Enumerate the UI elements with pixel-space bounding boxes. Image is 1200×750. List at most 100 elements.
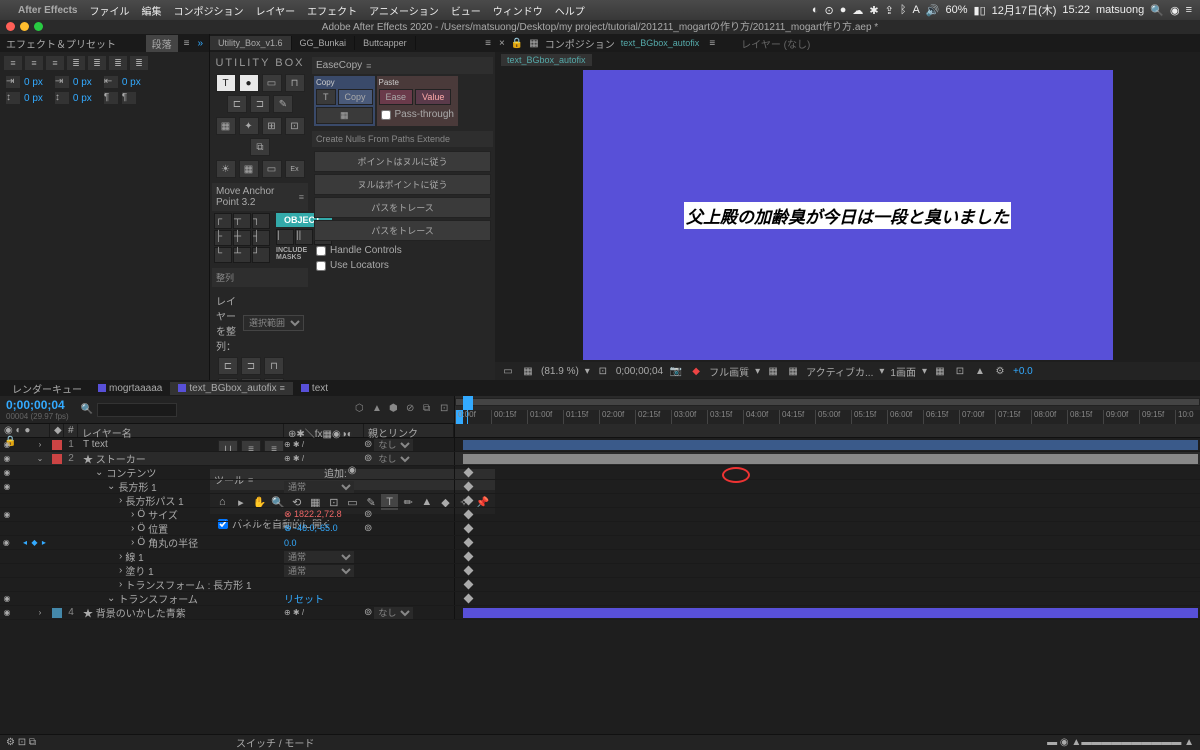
key-icon[interactable]: ◆ [30,538,38,548]
eye-icon[interactable] [2,580,12,590]
viewer-subtab[interactable]: text_BGbox_autofix [501,54,592,66]
align-icon[interactable]: ⊏ [218,357,238,375]
copy-button[interactable]: Copy [338,89,373,105]
playhead[interactable] [463,396,473,410]
layer-row[interactable]: ◉⌄ コンテンツ追加: ◉ [0,466,1200,480]
anchor-mc[interactable]: ┼ [233,230,251,246]
double-arrow-icon[interactable]: » [197,38,203,49]
keyframe-marker[interactable] [464,468,474,478]
grid-icon[interactable]: ▦ [521,365,535,377]
add-button[interactable]: ◉ [348,465,357,480]
layer-row[interactable]: ◉⌄2★ ストーカー⊕ ✱ /⊚ なし [0,452,1200,466]
effects-panel-title[interactable]: エフェクト＆プリセット [6,36,142,51]
zoom-slider[interactable]: ▬ ◉ ▲▬▬▬▬▬▬▬▬▬▬ ▲ [1047,737,1194,748]
blend-mode-select[interactable]: 通常 [284,481,354,493]
property-value[interactable]: 0.0 [284,538,297,548]
layer-track[interactable] [455,522,1200,535]
twirl-icon[interactable]: ⌄ [95,467,103,478]
tl-icon[interactable]: ⧉ [423,403,437,417]
tl-toggle-icon[interactable]: ⚙ ⊡ ⧉ [6,737,36,748]
eye-icon[interactable]: ◉ [2,440,12,450]
property-value[interactable]: ⊗ 1822.2,72.8 [284,509,342,520]
keyframe-marker[interactable] [464,482,474,492]
layer-row[interactable]: › 塗り 1通常 [0,564,1200,578]
util-icon[interactable]: ⊓ [285,74,305,92]
layer-bar[interactable] [463,454,1198,464]
eye-icon[interactable] [2,552,12,562]
layer-switches[interactable]: リセット [284,591,364,606]
align-icon[interactable]: ⊓ [264,357,284,375]
parent-select[interactable]: なし [374,439,413,451]
justify-all-icon[interactable]: ≣ [130,56,148,70]
twirl-icon[interactable]: › [119,495,122,506]
menu-help[interactable]: ヘルプ [555,3,585,18]
panel-menu-icon[interactable]: ≡ [184,38,190,49]
util-icon[interactable]: ⊐ [250,95,270,113]
magnify-icon[interactable]: ▭ [501,365,515,377]
parent-select[interactable]: なし [374,453,413,465]
layer-color[interactable] [52,440,62,450]
notification-icon[interactable]: ≡ [1186,4,1192,16]
anchor-tr[interactable]: ┐ [252,213,270,229]
align-center-icon[interactable]: ≡ [25,56,43,70]
keyframe-marker[interactable] [464,538,474,548]
paragraph-tab[interactable]: 段落 [146,35,178,52]
layer-row[interactable]: › 線 1通常 [0,550,1200,564]
layer-row[interactable]: › 長方形パス 1 [0,494,1200,508]
menu-file[interactable]: ファイル [89,3,129,18]
vf-icon[interactable]: ⚙ [993,365,1007,377]
pickwhip-icon[interactable]: ⊚ [364,607,372,618]
null-button-2[interactable]: ヌルはポイントに従う [314,174,491,195]
layer-switches[interactable]: ⊕ ✱ / [284,454,364,463]
layer-track[interactable] [455,452,1200,465]
panel-close-icon[interactable]: ≡ [481,38,495,49]
app-name[interactable]: After Effects [18,5,77,16]
value-button[interactable]: Value [415,89,451,105]
bluetooth-icon[interactable]: ᛒ [900,4,907,16]
layer-track[interactable] [455,466,1200,479]
indent-value[interactable]: 0 px [122,77,141,88]
layer-row[interactable]: ◉› Ö サイズ⊗ 1822.2,72.8⊚ [0,508,1200,522]
viewer-comp-label[interactable]: コンポジション [545,36,615,51]
col-num[interactable]: # [64,424,78,437]
util-icon[interactable]: ⊏ [227,95,247,113]
space-before-icon[interactable]: ↕ [6,92,20,104]
null-button-1[interactable]: ポイントはヌルに従う [314,151,491,172]
eye-icon[interactable]: ◉ [2,482,12,492]
twirl-icon[interactable]: › [35,440,45,450]
util-icon[interactable]: ▦ [239,160,259,178]
util-icon[interactable]: ⊡ [285,117,305,135]
justify-left-icon[interactable]: ≣ [67,56,85,70]
layer-bar[interactable] [463,440,1198,450]
indent-right-icon[interactable]: ⇤ [104,76,118,88]
locators-checkbox[interactable] [316,261,326,271]
exposure-value[interactable]: +0.0 [1013,366,1033,377]
keyframe-marker[interactable] [464,552,474,562]
status-icon[interactable]: ⊙ [825,4,834,17]
transparency-icon[interactable]: ▦ [786,365,800,377]
pickwhip-icon[interactable]: ⊚ [364,509,372,520]
pickwhip-icon[interactable]: ⊚ [364,439,372,450]
align-select[interactable]: 選択範囲 [243,315,304,331]
keyframe-marker[interactable] [464,566,474,576]
layer-row[interactable]: › Ö 位置⊗ -46.0,-65.0⊚ [0,522,1200,536]
keyframe-marker[interactable] [464,510,474,520]
menu-animation[interactable]: アニメーション [369,3,439,18]
twirl-icon[interactable]: › [131,509,134,520]
layer-row[interactable]: ◉⌄ トランスフォームリセット [0,592,1200,606]
anchor-tl[interactable]: ┌ [214,213,232,229]
region-icon[interactable]: ▦ [766,365,780,377]
space-after-icon[interactable]: ↕ [55,92,69,104]
align-icon[interactable]: ⊐ [241,357,261,375]
utility-box-tab[interactable]: Utility_Box_v1.6 [210,36,292,50]
anchor-ml[interactable]: ├ [214,230,232,246]
space-value[interactable]: 0 px [24,93,43,104]
null-button-4[interactable]: パスをトレース [314,220,491,241]
anchor-bl[interactable]: └ [214,247,232,263]
tl-icon[interactable]: ⊘ [406,403,420,417]
null-button-3[interactable]: パスをトレース [314,197,491,218]
indent-value[interactable]: 0 px [73,77,92,88]
eye-icon[interactable] [2,566,12,576]
eye-icon[interactable] [2,524,12,534]
buttcapper-tab[interactable]: Buttcapper [355,36,416,50]
